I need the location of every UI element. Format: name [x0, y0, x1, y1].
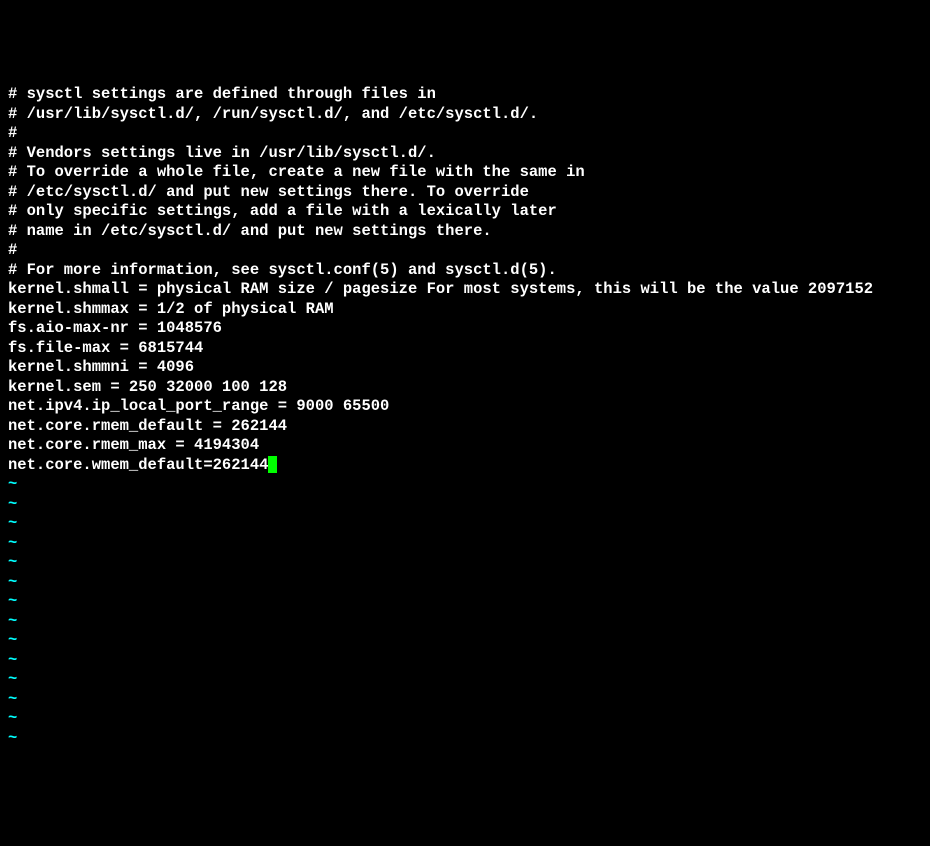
editor-line: kernel.sem = 250 32000 100 128 [8, 378, 922, 398]
editor-line: net.core.rmem_default = 262144 [8, 417, 922, 437]
editor-line: # only specific settings, add a file wit… [8, 202, 922, 222]
empty-line-tilde: ~ [8, 631, 922, 651]
editor-line: # For more information, see sysctl.conf(… [8, 261, 922, 281]
editor-line: # /etc/sysctl.d/ and put new settings th… [8, 183, 922, 203]
editor-line: kernel.shmmax = 1/2 of physical RAM [8, 300, 922, 320]
empty-line-tilde: ~ [8, 612, 922, 632]
empty-line-tilde: ~ [8, 495, 922, 515]
editor-line: fs.file-max = 6815744 [8, 339, 922, 359]
editor-line: # Vendors settings live in /usr/lib/sysc… [8, 144, 922, 164]
editor-line: # [8, 124, 922, 144]
editor-line: kernel.shmmni = 4096 [8, 358, 922, 378]
editor-line: # To override a whole file, create a new… [8, 163, 922, 183]
empty-line-tilde: ~ [8, 690, 922, 710]
empty-line-tilde: ~ [8, 553, 922, 573]
empty-line-tilde: ~ [8, 475, 922, 495]
editor-line: net.ipv4.ip_local_port_range = 9000 6550… [8, 397, 922, 417]
empty-line-tilde: ~ [8, 651, 922, 671]
cursor [268, 456, 277, 473]
editor-line: net.core.wmem_default=262144 [8, 456, 922, 476]
editor-line: # sysctl settings are defined through fi… [8, 85, 922, 105]
empty-line-tilde: ~ [8, 534, 922, 554]
empty-line-tilde: ~ [8, 573, 922, 593]
editor-line: net.core.rmem_max = 4194304 [8, 436, 922, 456]
editor-line: fs.aio-max-nr = 1048576 [8, 319, 922, 339]
empty-line-tilde: ~ [8, 709, 922, 729]
terminal-editor[interactable]: # sysctl settings are defined through fi… [8, 85, 922, 748]
editor-line: # /usr/lib/sysctl.d/, /run/sysctl.d/, an… [8, 105, 922, 125]
editor-line: kernel.shmall = physical RAM size / page… [8, 280, 922, 300]
editor-line: # [8, 241, 922, 261]
empty-line-tilde: ~ [8, 729, 922, 749]
empty-line-tilde: ~ [8, 592, 922, 612]
editor-line: # name in /etc/sysctl.d/ and put new set… [8, 222, 922, 242]
empty-line-tilde: ~ [8, 514, 922, 534]
empty-line-tilde: ~ [8, 670, 922, 690]
